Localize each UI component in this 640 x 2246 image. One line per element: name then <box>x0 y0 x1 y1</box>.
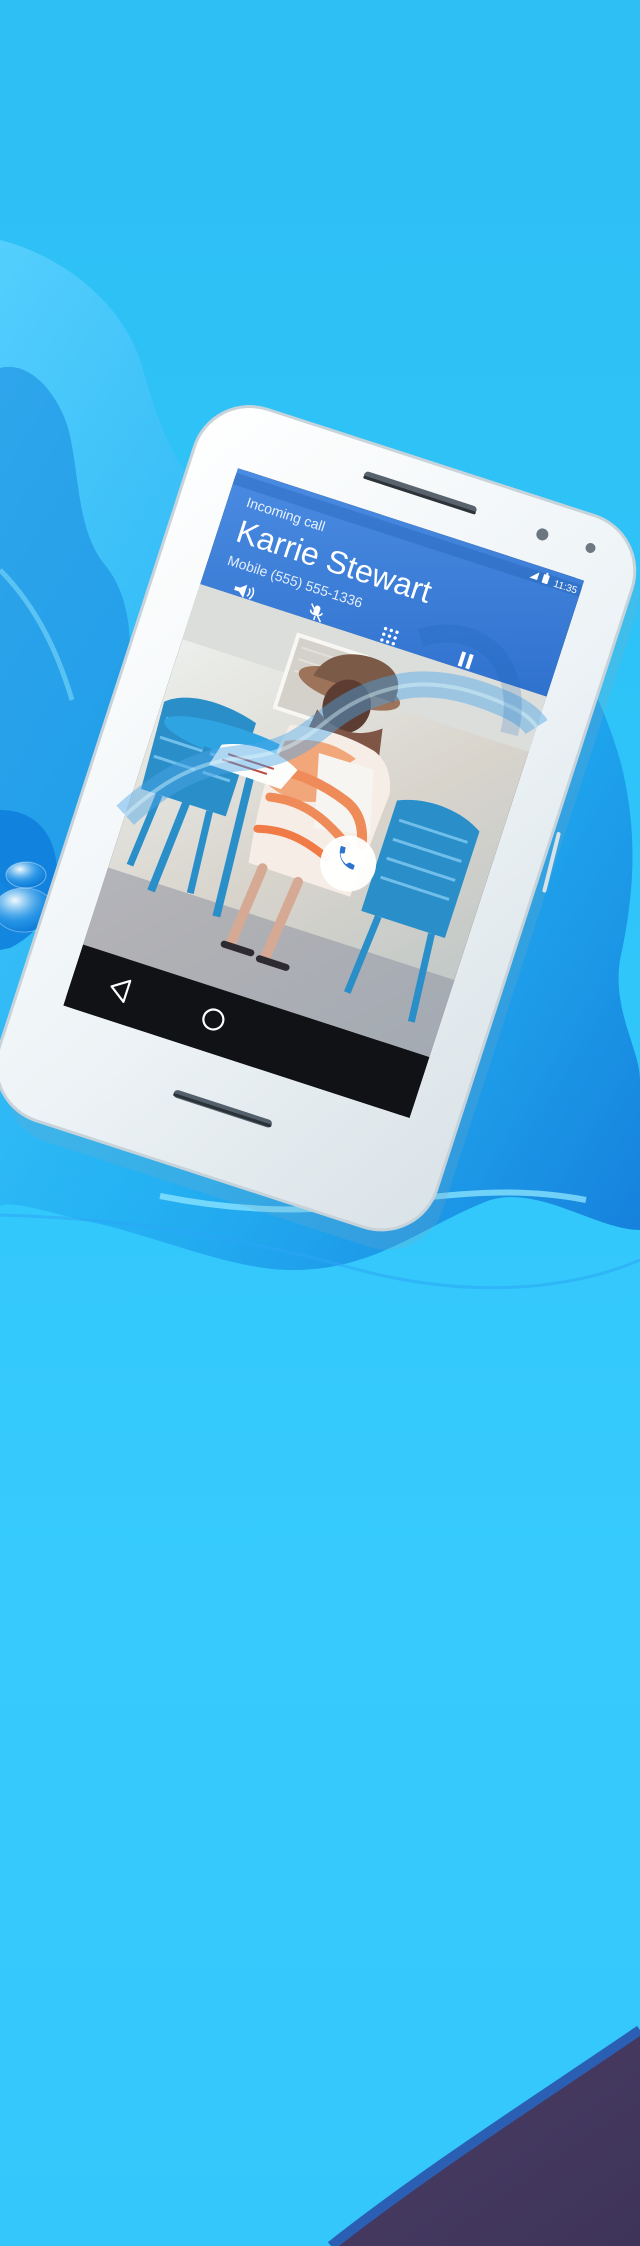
hero-illustration: 11:35 Incoming call Karrie Stewart Mobil… <box>0 0 640 2246</box>
water-droplet <box>5 861 47 889</box>
hero-scene: 11:35 Incoming call Karrie Stewart Mobil… <box>0 0 640 2246</box>
